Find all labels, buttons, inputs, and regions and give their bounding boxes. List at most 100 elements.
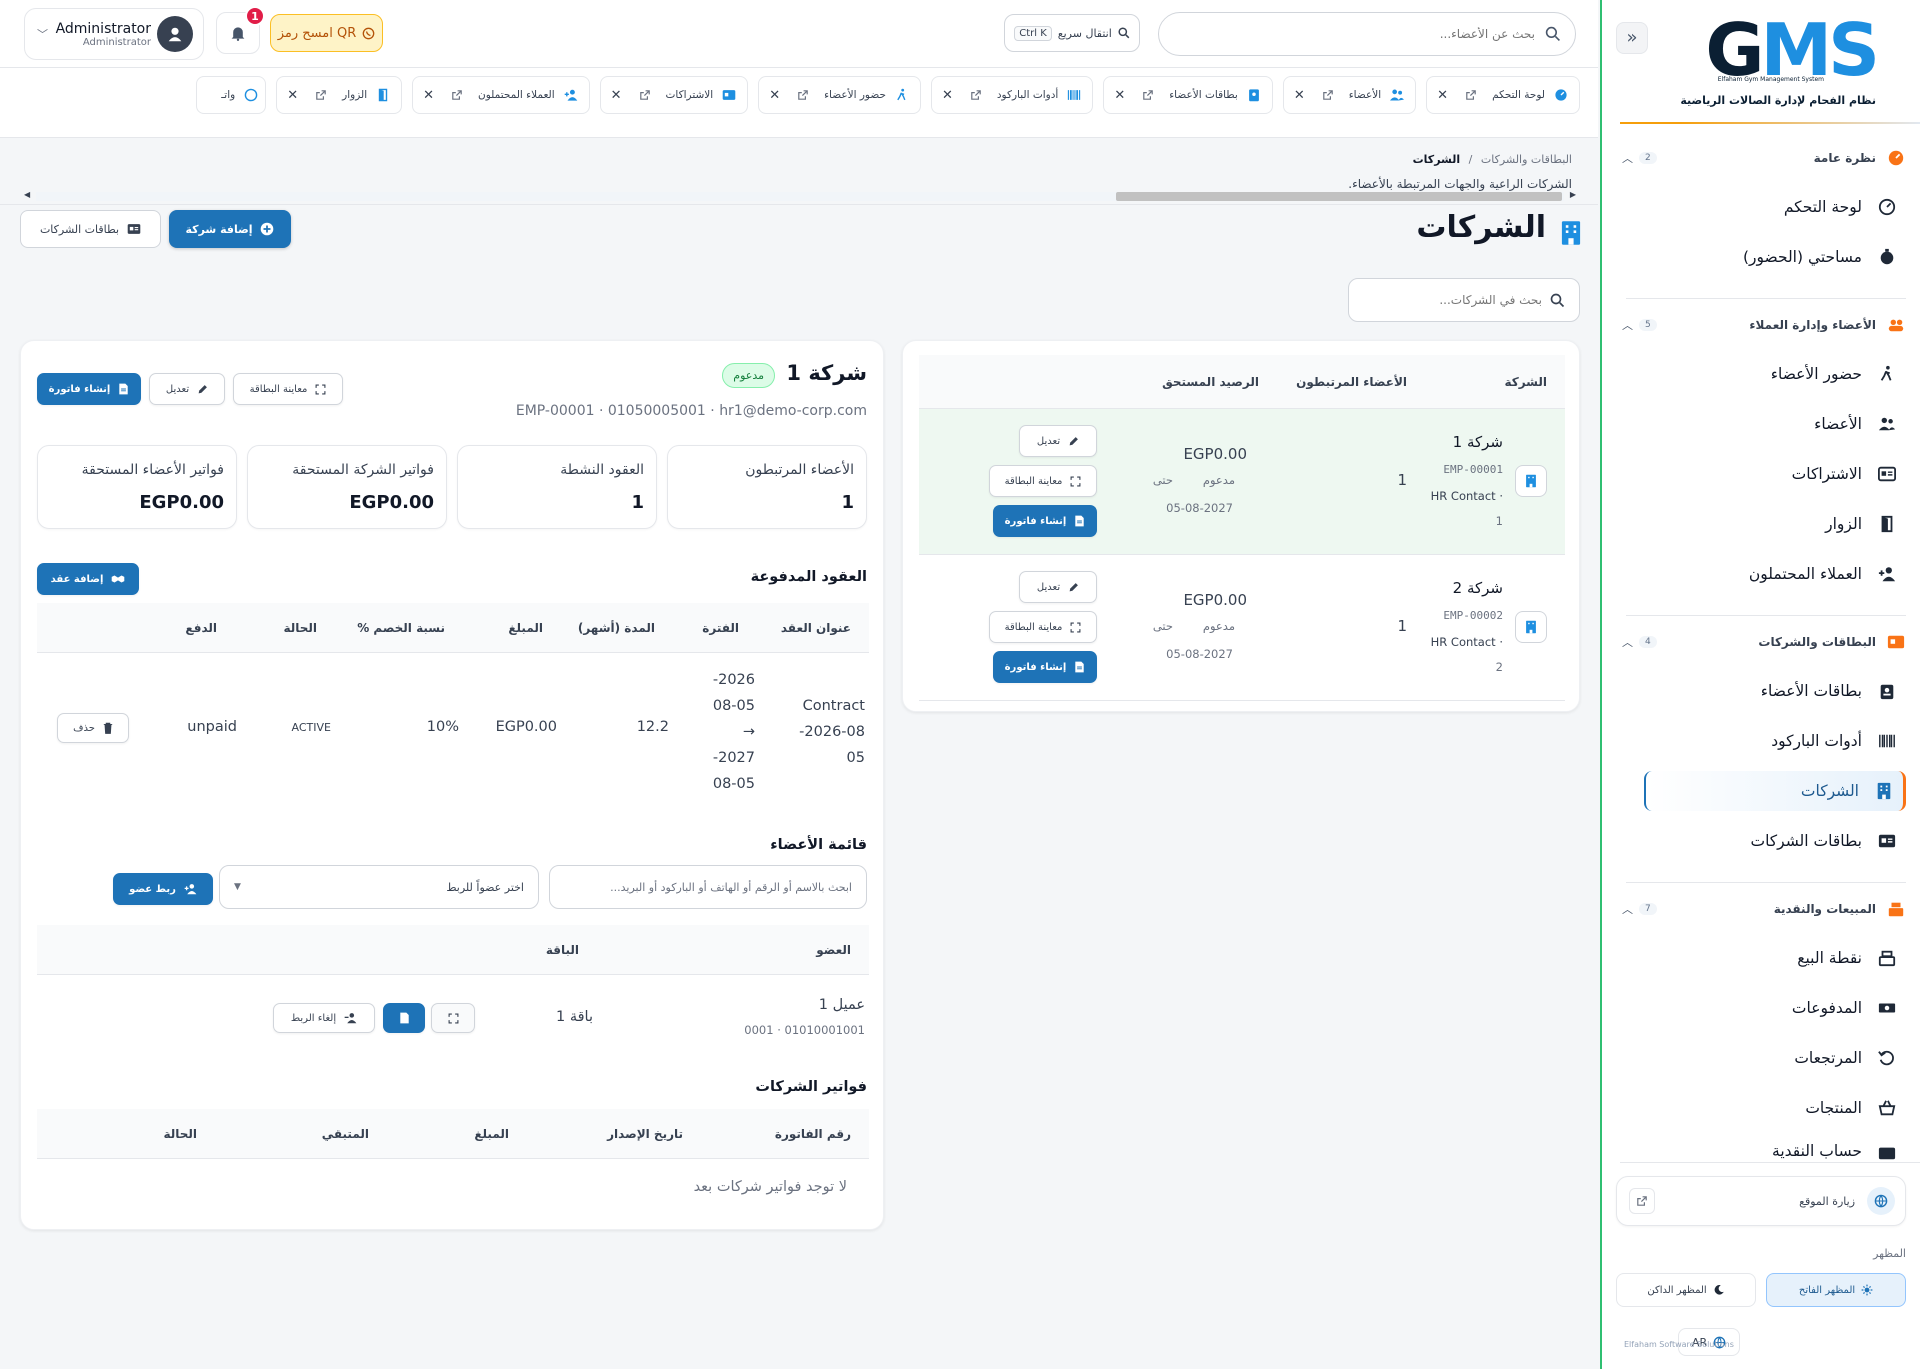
dark-theme-button[interactable]: المظهر الداكن [1616, 1273, 1756, 1307]
external-link-icon[interactable] [1629, 1188, 1655, 1214]
sidebar-item-pos[interactable]: نقطة البيع [1626, 938, 1906, 978]
expand-icon [315, 384, 326, 395]
table-row[interactable]: شركة 2 EMP-00002 · HR Contact 2 1 EGP0.00 مدعو… [919, 555, 1565, 701]
company-search-box[interactable] [1348, 278, 1580, 322]
sidebar-item-label: الأعضاء [1814, 415, 1862, 433]
external-link-icon[interactable] [1464, 88, 1478, 102]
create-invoice-label: إنشاء فاتورة [1004, 515, 1067, 527]
close-icon[interactable]: ✕ [611, 88, 622, 103]
member-invoice-button[interactable] [383, 1003, 425, 1033]
plus-circle-icon [260, 222, 274, 236]
external-link-icon[interactable] [450, 88, 464, 102]
sidebar-item-products[interactable]: المنتجات [1626, 1088, 1906, 1128]
divider [1620, 122, 1920, 124]
collapse-sidebar-button[interactable]: « [1616, 22, 1648, 54]
sidebar-item-subscriptions[interactable]: الاشتراكات [1626, 454, 1906, 494]
preview-card-button[interactable]: معاينة البطاقة [989, 465, 1097, 497]
tab-door[interactable]: الزوار ✕ [276, 76, 403, 114]
unlink-member-button[interactable]: إلغاء الربط [273, 1003, 375, 1033]
sidebar-item-label: حساب النقدية [1772, 1142, 1862, 1160]
member-select-dropdown[interactable]: اختر عضواً للربط ▼ [219, 865, 539, 909]
link-member-button[interactable]: ربط عضو [113, 873, 213, 905]
create-invoice-label: إنشاء فاتورة [48, 383, 111, 395]
create-invoice-button[interactable]: إنشاء فاتورة [993, 505, 1097, 537]
tab-badge[interactable]: بطاقات الأعضاء ✕ [1103, 76, 1273, 114]
external-link-icon[interactable] [314, 88, 328, 102]
create-invoice-button[interactable]: إنشاء فاتورة [993, 651, 1097, 683]
expand-member-button[interactable] [431, 1003, 475, 1033]
sidebar-item-members[interactable]: الأعضاء [1626, 404, 1906, 444]
undo-icon [1876, 1047, 1898, 1069]
app-logo[interactable]: GMS Elfaham Gym Management System نظام ا… [1676, 14, 1880, 114]
table-row[interactable]: شركة 1 EMP-00001 · HR Contact 1 1 EGP0.00 مدعو… [919, 409, 1565, 555]
tab-id-card[interactable]: الاشتراكات ✕ [599, 76, 749, 114]
user-menu[interactable]: ﹀ Administrator Administrator [24, 8, 204, 60]
dark-theme-label: المظهر الداكن [1647, 1284, 1707, 1296]
edit-button[interactable]: تعديل [149, 373, 225, 405]
external-link-icon[interactable] [969, 88, 983, 102]
tab-barcode[interactable]: أدوات الباركود ✕ [930, 76, 1094, 114]
divider [1626, 882, 1906, 883]
sponsorship-status: مدعوم [1202, 473, 1235, 487]
section-sales[interactable]: المبيعات والنقدية 7 ︿ [1616, 897, 1906, 921]
sidebar-item-my-attendance[interactable]: مساحتي (الحضور) [1626, 237, 1906, 277]
wallet-icon [1876, 1142, 1898, 1160]
external-link-icon[interactable] [796, 88, 810, 102]
add-company-button[interactable]: إضافة شركة [169, 210, 291, 248]
sidebar-item-company-cards[interactable]: بطاقات الشركات [1626, 821, 1906, 861]
tab-walking[interactable]: حضور الأعضاء ✕ [758, 76, 921, 114]
close-icon[interactable]: ✕ [1437, 88, 1448, 103]
sidebar-item-cash-account[interactable]: حساب النقدية [1626, 1138, 1906, 1160]
quick-jump-button[interactable]: انتقال سريع Ctrl K [1004, 14, 1140, 52]
delete-contract-button[interactable]: حذف [57, 713, 129, 743]
external-link-icon[interactable] [1321, 88, 1335, 102]
preview-card-button[interactable]: معاينة البطاقة [989, 611, 1097, 643]
sidebar-item-companies[interactable]: الشركات [1644, 771, 1906, 811]
tab-user-plus[interactable]: العملاء المحتملون ✕ [412, 76, 590, 114]
search-icon [1550, 293, 1565, 308]
external-link-icon[interactable] [638, 88, 652, 102]
edit-button[interactable]: تعديل [1019, 571, 1097, 603]
visit-site-link[interactable]: زيارة الموقع [1616, 1176, 1906, 1226]
edit-button[interactable]: تعديل [1019, 425, 1097, 457]
sidebar-item-payments[interactable]: المدفوعات [1626, 988, 1906, 1028]
sidebar-item-barcode-tools[interactable]: أدوات الباركود [1626, 721, 1906, 761]
section-cards-companies[interactable]: البطاقات والشركات 4 ︿ [1616, 630, 1906, 654]
breadcrumb-parent[interactable]: البطاقات والشركات [1481, 153, 1572, 166]
close-icon[interactable]: ✕ [423, 88, 434, 103]
sidebar-item-member-cards[interactable]: بطاقات الأعضاء [1626, 671, 1906, 711]
close-icon[interactable]: ✕ [1114, 88, 1125, 103]
external-link-icon[interactable] [1141, 88, 1155, 102]
close-icon[interactable]: ✕ [1294, 88, 1305, 103]
close-icon[interactable]: ✕ [769, 88, 780, 103]
sidebar-item-leads[interactable]: العملاء المحتملون [1626, 554, 1906, 594]
section-overview[interactable]: نظرة عامة 2 ︿ [1616, 146, 1906, 170]
tab-whatsapp[interactable]: واتـ [196, 76, 267, 114]
member-search-input[interactable] [1159, 27, 1535, 41]
sidebar-item-dashboard[interactable]: لوحة التحكم [1626, 187, 1906, 227]
sidebar-item-member-attendance[interactable]: حضور الأعضاء [1626, 354, 1906, 394]
search-icon [1545, 26, 1561, 42]
close-icon[interactable]: ✕ [287, 88, 298, 103]
add-contract-button[interactable]: إضافة عقد [37, 563, 139, 595]
tab-gauge[interactable]: لوحة التحكم ✕ [1426, 76, 1580, 114]
create-invoice-label: إنشاء فاتورة [1004, 661, 1067, 673]
sidebar-item-visitors[interactable]: الزوار [1626, 504, 1906, 544]
stat-card: فواتير الأعضاء المستحقة EGP0.00 [37, 445, 237, 529]
building-icon [1515, 465, 1547, 497]
scan-qr-button[interactable]: امسح رمز QR [270, 14, 383, 52]
create-invoice-button[interactable]: إنشاء فاتورة [37, 373, 141, 405]
sidebar-item-returns[interactable]: المرتجعات [1626, 1038, 1906, 1078]
tab-users[interactable]: الأعضاء ✕ [1282, 76, 1417, 114]
gauge-icon [1553, 87, 1569, 103]
close-icon[interactable]: ✕ [942, 88, 953, 103]
company-code: EMP-00001 [1443, 463, 1503, 476]
company-search-input[interactable] [1349, 293, 1542, 307]
member-search-box[interactable] [1158, 12, 1576, 56]
section-members[interactable]: الأعضاء وإدارة العملاء 5 ︿ [1616, 313, 1906, 337]
light-theme-button[interactable]: المظهر الفاتح [1766, 1273, 1906, 1307]
company-number: 1 [1495, 514, 1503, 528]
preview-card-button[interactable]: معاينة البطاقة [233, 373, 343, 405]
member-link-search-input[interactable]: ابحث بالاسم أو الرقم أو الهاتف أو البارك… [549, 865, 867, 909]
company-cards-button[interactable]: بطاقات الشركات [20, 210, 161, 248]
